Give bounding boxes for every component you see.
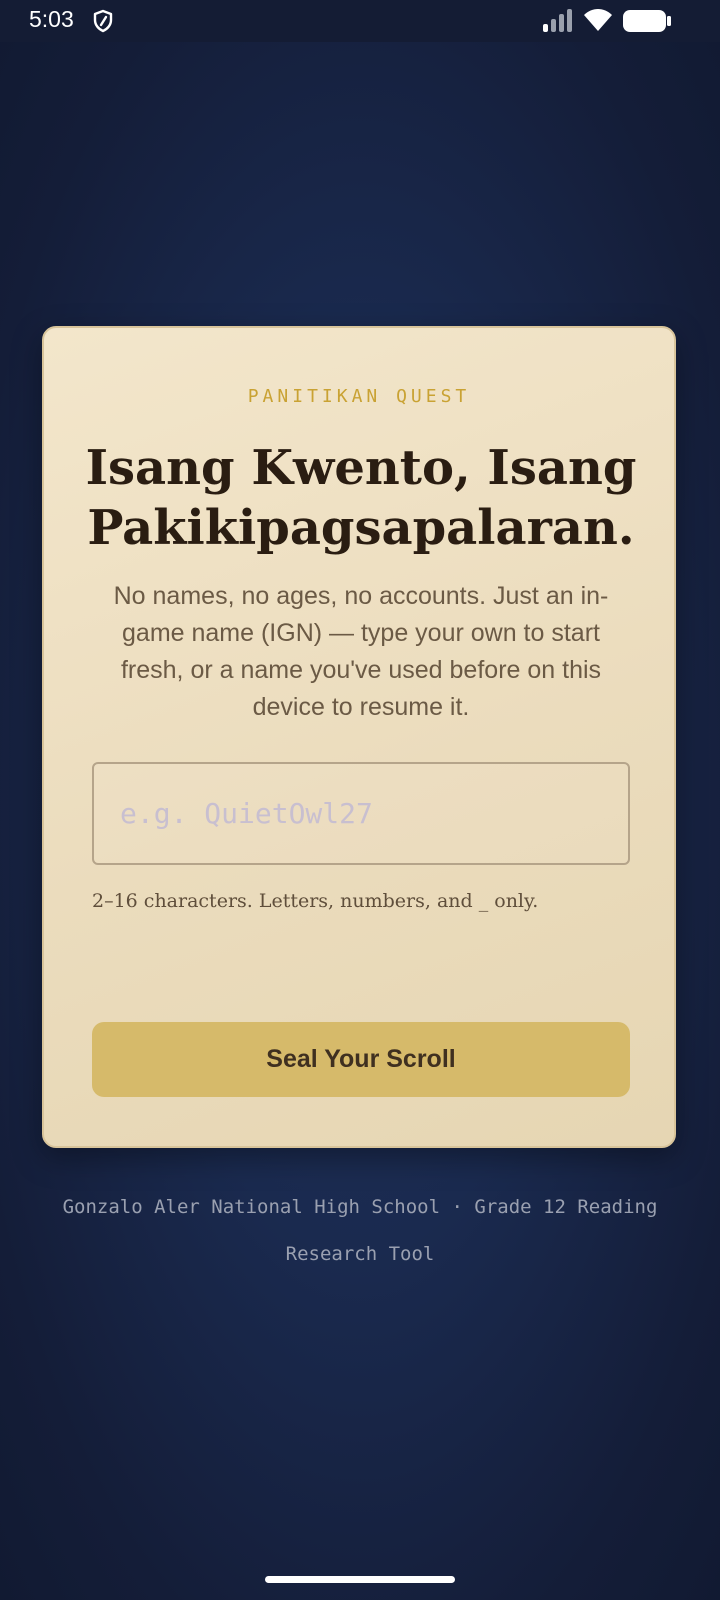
battery-icon [622, 9, 672, 37]
status-bar: 5:03 [0, 0, 720, 42]
status-time: 5:03 [29, 6, 74, 32]
ign-hint: 2–16 characters. Letters, numbers, and _… [92, 890, 539, 912]
shield-icon [92, 9, 114, 37]
signal-icon [542, 9, 574, 37]
page-description: No names, no ages, no accounts. Just an … [113, 582, 609, 721]
home-indicator[interactable] [265, 1576, 455, 1583]
wifi-icon [583, 8, 613, 36]
seal-your-scroll-button[interactable]: Seal Your Scroll [92, 1022, 630, 1097]
ign-card: PANITIKAN QUEST Isang Kwento, Isang Paki… [42, 326, 676, 1148]
ign-input[interactable] [92, 762, 630, 865]
page-title: Isang Kwento, Isang Pakikipagsapalaran. [85, 440, 637, 556]
app-eyebrow: PANITIKAN QUEST [247, 386, 471, 407]
footer-credit: Gonzalo Aler National High School · Grad… [62, 1196, 658, 1265]
